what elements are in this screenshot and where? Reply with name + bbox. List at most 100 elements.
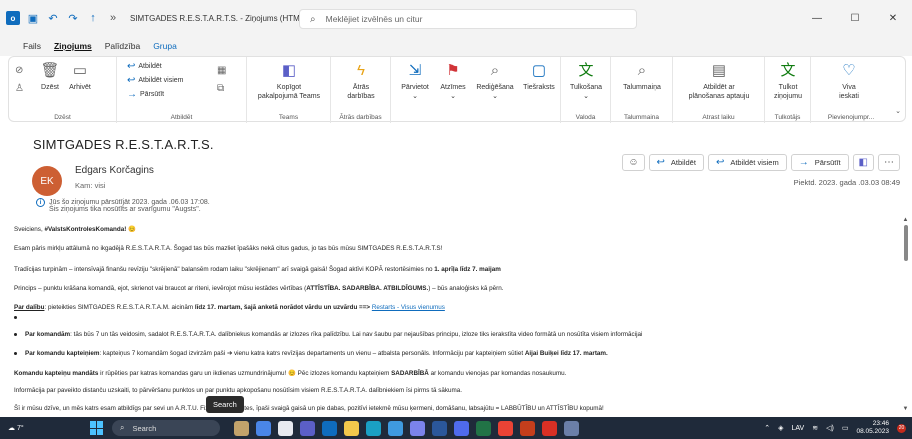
emoji-reaction-button[interactable]: ☺ [622, 154, 645, 171]
up-arrow-icon[interactable]: ↑ [86, 11, 100, 25]
maximize-button[interactable]: ☐ [836, 0, 874, 36]
paragraph-2: Tradīcijas turpinām – intensīvajā finanš… [14, 266, 501, 273]
quick-steps-button[interactable]: ϟ Ātrās darbības [339, 60, 383, 101]
reply-button[interactable]: ↩ Atbildēt [648, 154, 704, 171]
calendar-poll-icon: ▤ [711, 61, 727, 79]
clock[interactable]: 23:46 08.05.2023 [856, 420, 889, 436]
app-icon[interactable] [256, 420, 271, 436]
junk-icon[interactable]: ⊘ [15, 65, 26, 76]
undo-icon[interactable]: ↶ [46, 11, 60, 25]
file-explorer-icon[interactable] [344, 420, 359, 436]
reply-with-poll-button[interactable]: ▤ Atbildēt ar plānošanas aptauju [677, 60, 761, 101]
translate-message-icon: 文 [780, 61, 796, 79]
close-button[interactable]: ✕ [874, 0, 912, 36]
app-icon[interactable] [410, 420, 425, 436]
ribbon-group-talummaina: ⌕ Talummaiņa Talummaina [611, 57, 673, 123]
viva-insights-button[interactable]: ♡ Viva ieskati [827, 60, 871, 101]
wifi-icon[interactable]: ≋ [812, 424, 818, 432]
minimize-button[interactable]: — [798, 0, 836, 36]
ribbon-group-translator: 文 Tulkot ziņojumu Tulkotājs [765, 57, 811, 123]
forward-ribbon-button[interactable]: → Pārsūtīt [127, 89, 164, 100]
tab-group[interactable]: Grupa [153, 41, 177, 51]
teams-share-button[interactable]: ◧ [852, 154, 874, 171]
forward-button[interactable]: → Pārsūtīt [790, 154, 849, 171]
battery-icon[interactable]: ▭ [842, 424, 849, 432]
reply-icon: ↩ [127, 61, 136, 72]
scroll-up-icon[interactable]: ▲ [901, 215, 910, 224]
more-respond-icon[interactable]: ⧉ [217, 83, 227, 94]
acrobat-icon[interactable] [542, 420, 557, 436]
app-icon[interactable] [454, 420, 469, 436]
reply-all-button[interactable]: ↩ Atbildēt visiem [707, 154, 787, 171]
ribbon-collapse-icon[interactable]: ⌄ [895, 107, 901, 115]
archive-icon: ▭ [72, 61, 88, 79]
share-teams-button[interactable]: ◧ Kopīgot pakalpojumā Teams [253, 60, 325, 101]
taskbar-search[interactable]: ⌕ Search [112, 420, 220, 436]
message-subject: SIMTGADES R.E.S.T.A.R.T.S. [33, 137, 214, 152]
smiley-icon: ☺ [628, 157, 639, 168]
sender-name[interactable]: Edgars Korčagins [75, 165, 154, 176]
app-icon[interactable] [278, 420, 293, 436]
language-indicator[interactable]: LAV [792, 425, 805, 432]
start-button[interactable] [90, 421, 104, 435]
save-icon[interactable]: ▣ [26, 11, 40, 25]
weather-widget[interactable]: ☁ 7° [8, 424, 40, 432]
vertical-scrollbar[interactable]: ▲ ▼ [901, 215, 910, 413]
task-view-icon[interactable] [234, 420, 249, 436]
ribbon-group-addins: ♡ Viva ieskati Pievienojumpr... [811, 57, 891, 123]
tags-button[interactable]: ⚑ Atzīmes ⌄ [435, 60, 471, 101]
excel-icon[interactable] [476, 420, 491, 436]
more-commands-icon[interactable]: » [106, 11, 120, 25]
reply-all-icon: ↩ [127, 75, 136, 86]
search-tooltip: Search [206, 396, 244, 413]
group-label-delete: Dzēst [54, 114, 71, 121]
redo-icon[interactable]: ↷ [66, 11, 80, 25]
taskbar-apps [234, 420, 579, 436]
translate-message-button[interactable]: 文 Tulkot ziņojumu [769, 60, 807, 101]
tab-message[interactable]: Ziņojums [54, 41, 92, 51]
info-icon: i [36, 198, 45, 207]
paragraph-6: Par komandu kapteiņiem: kapteiņus 7 koma… [14, 350, 608, 357]
chevron-up-icon[interactable]: ⌃ [764, 424, 770, 432]
chart-app-icon[interactable] [388, 420, 403, 436]
reply-ribbon-button[interactable]: ↩ Atbildēt [127, 61, 162, 72]
immersive-reader-icon: ▢ [531, 61, 547, 79]
trash-icon: 🗑 [40, 61, 60, 79]
translate-button[interactable]: 文 Tulkošana ⌄ [565, 60, 607, 101]
scrollbar-thumb[interactable] [904, 225, 908, 261]
volume-icon[interactable]: ◁) [826, 424, 834, 432]
outlook-icon[interactable] [322, 420, 337, 436]
archive-button[interactable]: ▭ Arhivēt [69, 60, 91, 92]
group-label-talummaina: Talummaina [623, 114, 660, 121]
app-icon[interactable] [564, 420, 579, 436]
outlook-icon: o [6, 11, 20, 25]
tab-help[interactable]: Palīdzība [105, 41, 140, 51]
shield-icon[interactable]: ◈ [778, 424, 783, 432]
reply-all-ribbon-button[interactable]: ↩ Atbildēt visiem [127, 75, 184, 86]
edge-icon[interactable] [366, 420, 381, 436]
delete-button[interactable]: 🗑 Dzēst [39, 60, 61, 92]
powerpoint-icon[interactable] [520, 420, 535, 436]
search-icon: ⌕ [120, 423, 125, 432]
search-box[interactable]: ⌕ Meklējiet izvēlnēs un citur [299, 9, 637, 29]
restarts-link[interactable]: Restarts - Visus vienumus [372, 304, 445, 311]
group-label-teams: Teams [278, 114, 299, 121]
notification-badge[interactable]: 20 [897, 423, 906, 433]
talummaina-button[interactable]: ⌕ Talummaiņa [615, 60, 669, 92]
more-actions-button[interactable]: ⋯ [878, 154, 900, 171]
tab-file[interactable]: Fails [23, 41, 41, 51]
group-label-quick-steps: Ātrās darbības [339, 114, 382, 121]
chrome-icon[interactable] [498, 420, 513, 436]
scroll-down-icon[interactable]: ▼ [901, 404, 910, 413]
teams-icon[interactable] [300, 420, 315, 436]
move-button[interactable]: ⇲ Pārvietot ⌄ [395, 60, 435, 101]
paragraph-1: Esam pāris mirkļu attālumā no ikgadējā R… [14, 245, 443, 252]
title-bar: o ▣ ↶ ↷ ↑ » SIMTGADES R.E.S.T.A.R.T.S. -… [0, 0, 912, 36]
avatar[interactable]: EK [32, 166, 62, 196]
people-icon[interactable]: ♙ [15, 83, 27, 94]
immersive-reader-button[interactable]: ▢ Tiešraksts [519, 60, 559, 92]
meeting-icon[interactable]: ▦ [217, 65, 229, 76]
editing-button[interactable]: ⌕ Rediģēšana ⌄ [473, 60, 517, 101]
paragraph-4: Par dalību: pieteikties SIMTGADES R.E.S.… [14, 304, 445, 311]
word-icon[interactable] [432, 420, 447, 436]
